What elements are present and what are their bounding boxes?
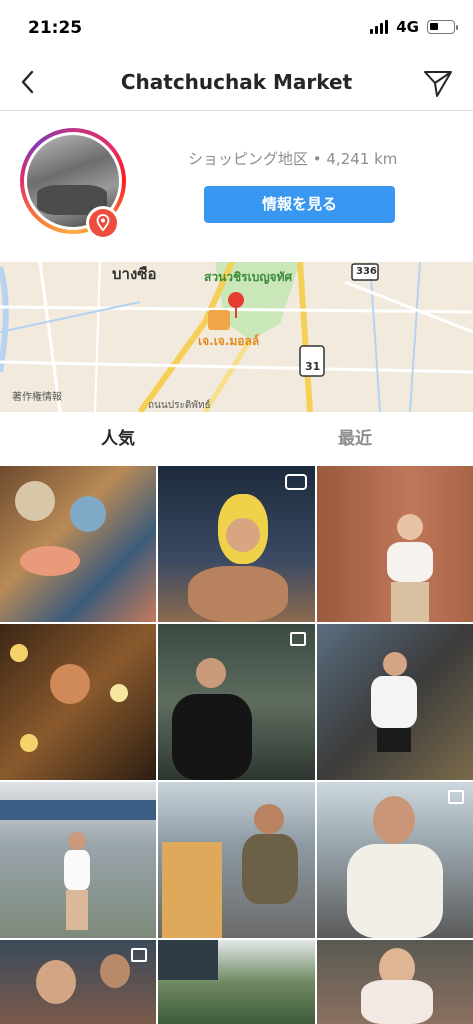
grid-post-11[interactable]: [158, 940, 315, 1024]
tab-top[interactable]: 人気: [0, 412, 236, 466]
video-icon: [285, 474, 307, 490]
map-label-jj-mall: เจ.เจ.มอลล์: [198, 334, 260, 348]
grid-post-1[interactable]: [0, 466, 156, 622]
feed-tabs: 人気 最近: [0, 412, 473, 466]
signal-icon: [370, 20, 389, 34]
map-label-park: สวนวชิรเบญจทัศ: [204, 270, 293, 284]
grid-post-12[interactable]: [317, 940, 473, 1024]
grid-post-10[interactable]: [0, 940, 156, 1024]
battery-level: [430, 23, 438, 30]
multiple-posts-icon: [131, 948, 147, 962]
grid-post-3[interactable]: [317, 466, 473, 622]
status-time: 21:25: [28, 18, 83, 38]
multiple-posts-icon: [290, 632, 306, 646]
grid-post-5[interactable]: [158, 624, 315, 780]
view-info-button[interactable]: 情報を見る: [204, 186, 395, 223]
map-route-31: 31: [305, 360, 321, 373]
nav-bar: Chatchuchak Market: [0, 56, 473, 111]
share-paper-plane-icon[interactable]: [421, 66, 455, 100]
place-header: ショッピング地区 • 4,241 km 情報を見る: [0, 112, 473, 260]
place-category-distance: ショッピング地区 • 4,241 km: [188, 150, 398, 168]
location-pin-badge: [86, 206, 120, 240]
multiple-posts-icon: [448, 790, 464, 804]
map-label-bang-sue: บางซือ: [112, 265, 157, 283]
tab-recent[interactable]: 最近: [237, 412, 473, 466]
map-copyright-link[interactable]: 著作権情報: [12, 388, 62, 403]
photo-grid: [0, 466, 473, 1024]
battery-icon: [427, 20, 458, 34]
status-bar: 21:25 4G: [0, 0, 473, 56]
grid-post-9[interactable]: [317, 782, 473, 938]
grid-post-7[interactable]: [0, 782, 156, 938]
grid-post-2[interactable]: [158, 466, 315, 622]
network-type: 4G: [396, 18, 419, 36]
location-map[interactable]: บางซือ สวนวชิรเบญจทัศ เจ.เจ.มอลล์ ถนนประ…: [0, 262, 473, 412]
map-route-336: 336: [356, 266, 377, 277]
grid-post-8[interactable]: [158, 782, 315, 938]
grid-post-6[interactable]: [317, 624, 473, 780]
status-indicators: 4G: [370, 18, 458, 36]
location-pin-icon: [96, 214, 110, 232]
map-label-pradiphat-road: ถนนประดิพัทธ์: [148, 400, 211, 411]
page-title: Chatchuchak Market: [120, 70, 353, 94]
grid-post-4[interactable]: [0, 624, 156, 780]
